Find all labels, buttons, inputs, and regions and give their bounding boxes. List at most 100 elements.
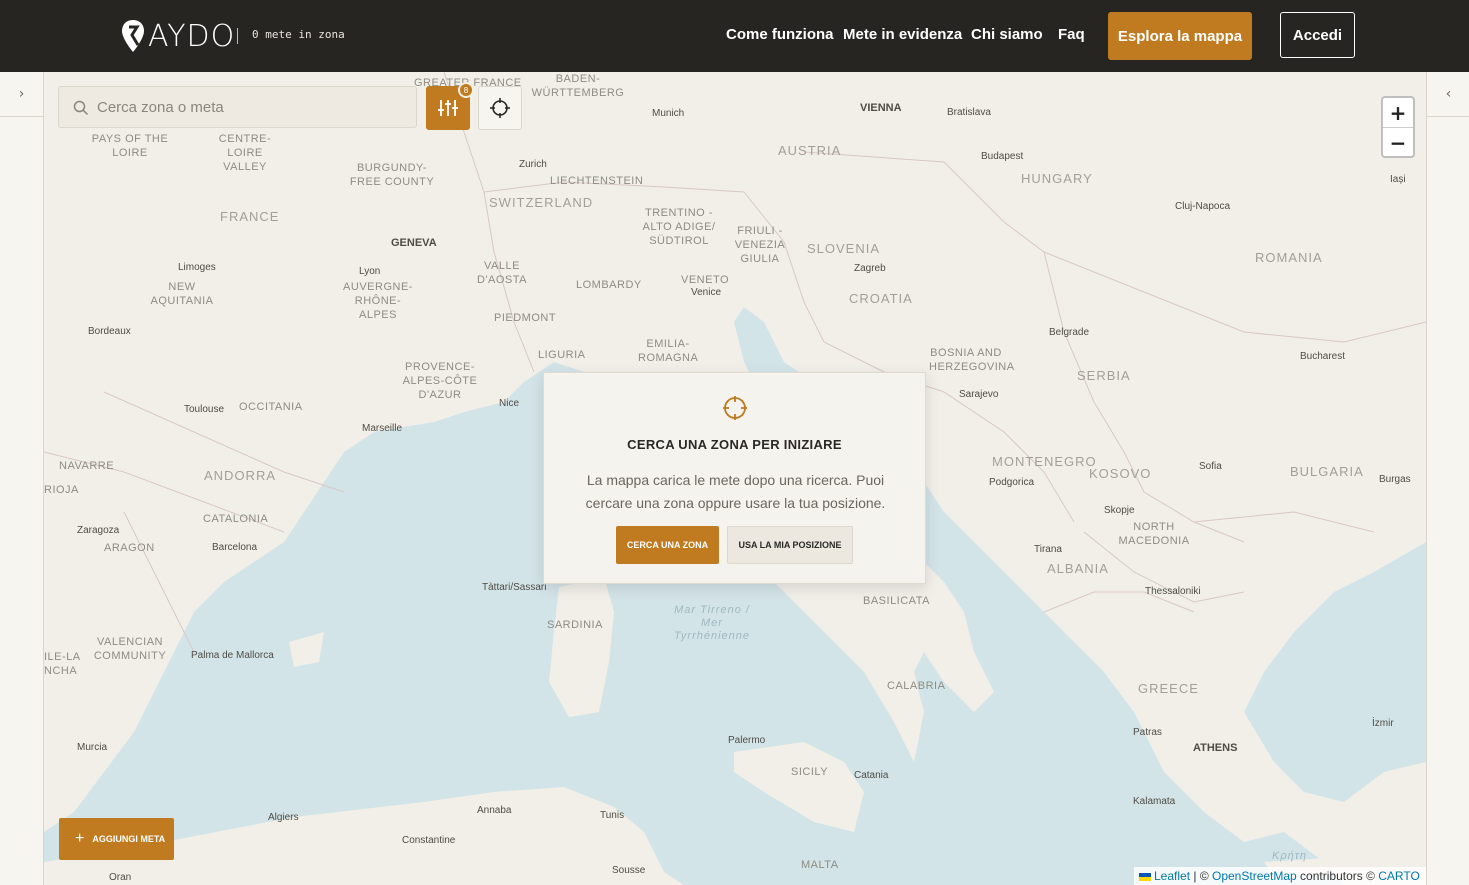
- map-label-city: Palermo: [728, 735, 766, 746]
- map-label-city: Cluj-Napoca: [1175, 201, 1231, 212]
- map-label-city: Nice: [499, 398, 520, 409]
- map-label-city: Sousse: [612, 865, 646, 876]
- meta-count-label: 0 mete in zona: [252, 28, 345, 41]
- plus-icon: +: [75, 830, 85, 847]
- map-label-region: RIOJA: [44, 484, 79, 496]
- map-label-country: FRANCE: [220, 209, 280, 224]
- map-label-country: ALBANIA: [1047, 561, 1109, 576]
- map-label-region: FRIULI - VENEZIA GIULIA: [734, 225, 786, 265]
- expand-left-chevron-icon[interactable]: ›: [0, 86, 43, 102]
- nav-mete-in-evidenza[interactable]: Mete in evidenza: [843, 26, 962, 43]
- nav-faq[interactable]: Faq: [1058, 26, 1085, 43]
- map-label-city: Lyon: [359, 266, 381, 277]
- map-label-city: Palma de Mallorca: [191, 650, 274, 661]
- map-label-city: Podgorica: [989, 477, 1035, 488]
- left-side-panel: ›: [0, 72, 44, 885]
- map-label-country: ANDORRA: [204, 468, 277, 483]
- map-label-country: HUNGARY: [1021, 171, 1093, 186]
- map-label-city: Toulouse: [184, 404, 225, 415]
- search-icon: [73, 100, 89, 116]
- zoom-in-button[interactable]: +: [1383, 98, 1413, 127]
- search-input[interactable]: [97, 87, 407, 127]
- map-label-city: Oran: [109, 872, 132, 883]
- map-label-city: Iași: [1390, 174, 1406, 185]
- right-panel-divider: [1427, 116, 1469, 117]
- map-label-city: İzmir: [1372, 718, 1394, 729]
- map-label-city: Murcia: [77, 742, 108, 753]
- map-label-region: ILE-LA NCHA: [44, 651, 81, 677]
- map-label-region: VENETO: [681, 274, 730, 286]
- map-label-region: VALENCIAN COMMUNITY: [93, 636, 167, 662]
- map-label-city: Athens: [1193, 742, 1238, 754]
- map-label-country: SLOVENIA: [807, 241, 881, 256]
- map-pin-logo-icon: [122, 20, 144, 52]
- map-label-city: Barcelona: [212, 542, 258, 553]
- map-label-region: CENTRE-LOIRE VALLEY: [218, 133, 272, 173]
- map-label-city: Belgrade: [1049, 327, 1090, 338]
- right-side-panel: ‹: [1426, 72, 1469, 885]
- map-label-city: Burgas: [1379, 474, 1411, 485]
- map-label-city: Tàttari/Sassari: [482, 582, 547, 593]
- map-label-region: BASILICATA: [863, 595, 930, 607]
- map-label-region: SARDINIA: [547, 619, 603, 631]
- map-label-country: SWITZERLAND: [489, 195, 594, 210]
- map-label-city: Bucharest: [1300, 351, 1346, 362]
- map-label-sea: Mar Tirreno / Mer Tyrrhénienne: [674, 604, 750, 642]
- map-label-country: KOSOVO: [1089, 466, 1152, 481]
- land-sicily: [734, 742, 864, 832]
- carto-link[interactable]: CARTO: [1378, 869, 1420, 883]
- map-label-region: SICILY: [791, 766, 829, 778]
- map-label-city: Budapest: [981, 151, 1024, 162]
- nav-chi-siamo[interactable]: Chi siamo: [971, 26, 1043, 43]
- filter-count-badge: 8: [458, 82, 474, 98]
- map-label-country: CROATIA: [849, 291, 913, 306]
- osm-link[interactable]: OpenStreetMap: [1212, 869, 1297, 883]
- use-my-location-button[interactable]: USA LA MIA POSIZIONE: [727, 526, 853, 564]
- map-label-city: Bratislava: [947, 107, 991, 118]
- map-label-city: Annaba: [477, 805, 512, 816]
- nav-come-funziona[interactable]: Come funziona: [726, 26, 834, 43]
- land-sardinia: [549, 577, 614, 717]
- map-label-region: LIGURIA: [538, 349, 586, 361]
- map-label-city: Limoges: [178, 262, 216, 273]
- filters-button[interactable]: 8: [426, 82, 474, 130]
- map-label-country: MALTA: [801, 859, 839, 871]
- attribution-separator: | ©: [1190, 869, 1212, 883]
- left-panel-divider: [0, 116, 43, 117]
- map-label-city: Sofia: [1199, 461, 1222, 472]
- map-label-region: EMILIA-ROMAGNA: [638, 338, 699, 364]
- top-navigation-bar: AYDO 0 mete in zona Come funziona Mete i…: [0, 0, 1469, 72]
- logo-divider: [237, 28, 238, 44]
- login-button[interactable]: Accedi: [1280, 12, 1355, 58]
- map-label-city: Tirana: [1034, 544, 1062, 555]
- map-label-city: Zaragoza: [77, 525, 120, 536]
- map-label-region: NAVARRE: [59, 460, 115, 472]
- map-label-region: CALABRIA: [887, 680, 946, 692]
- map-label-region: ARAGON: [104, 542, 155, 554]
- map-label-country: AUSTRIA: [778, 143, 842, 158]
- map-label-region: BADEN-WÜRTTEMBERG: [531, 73, 625, 99]
- search-zone-button[interactable]: CERCA UNA ZONA: [616, 526, 719, 564]
- map-label-city: Vienna: [860, 102, 902, 114]
- modal-description: La mappa carica le mete dopo una ricerca…: [585, 472, 886, 511]
- explore-map-button[interactable]: Esplora la mappa: [1108, 12, 1252, 60]
- map-label-city: Thessaloniki: [1145, 586, 1201, 597]
- attribution-contributors: contributors ©: [1296, 869, 1379, 883]
- search-prompt-modal: CERCA UNA ZONA PER INIZIARE La mappa car…: [543, 372, 926, 584]
- map-label-country: NORTH MACEDONIA: [1118, 521, 1190, 547]
- crosshair-icon: [490, 98, 510, 118]
- expand-right-chevron-icon[interactable]: ‹: [1427, 86, 1469, 102]
- crosshair-icon: [723, 396, 747, 420]
- map-label-city: Patras: [1133, 727, 1162, 738]
- map-label-country: MONTENEGRO: [992, 454, 1097, 469]
- map-label-region: NEW AQUITANIA: [150, 281, 214, 307]
- map-label-country: ROMANIA: [1255, 250, 1323, 265]
- add-destination-button[interactable]: + AGGIUNGI META: [59, 818, 174, 860]
- locate-me-button[interactable]: [478, 86, 522, 130]
- zoom-out-button[interactable]: −: [1383, 128, 1413, 157]
- modal-title: CERCA UNA ZONA PER INIZIARE: [627, 437, 842, 452]
- map-label-region: PROVENCE-ALPES-CÔTE D'AZUR: [402, 361, 478, 401]
- add-destination-label: AGGIUNGI META: [92, 834, 166, 844]
- raydo-logo[interactable]: AYDO: [120, 16, 235, 56]
- leaflet-link[interactable]: Leaflet: [1154, 869, 1190, 883]
